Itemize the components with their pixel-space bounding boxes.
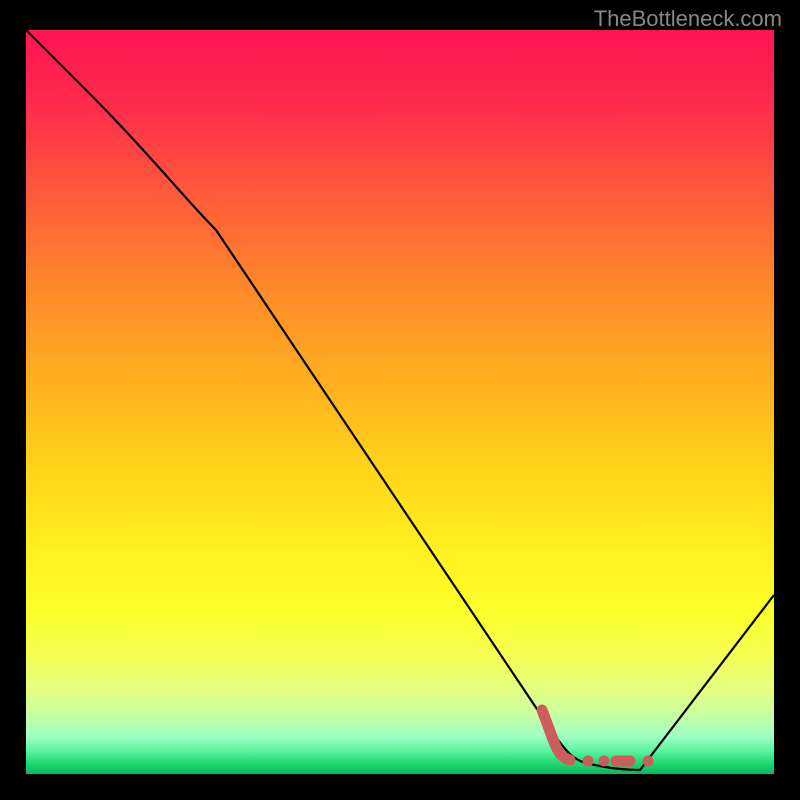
optimal-marker-line [542,710,570,760]
chart-svg [26,30,774,774]
optimal-marker-dot [643,756,654,767]
bottleneck-curve-line [26,30,774,770]
optimal-marker-dot [583,756,594,767]
plot-area [26,30,774,774]
optimal-marker-dot [599,756,610,767]
watermark-text: TheBottleneck.com [594,6,782,32]
